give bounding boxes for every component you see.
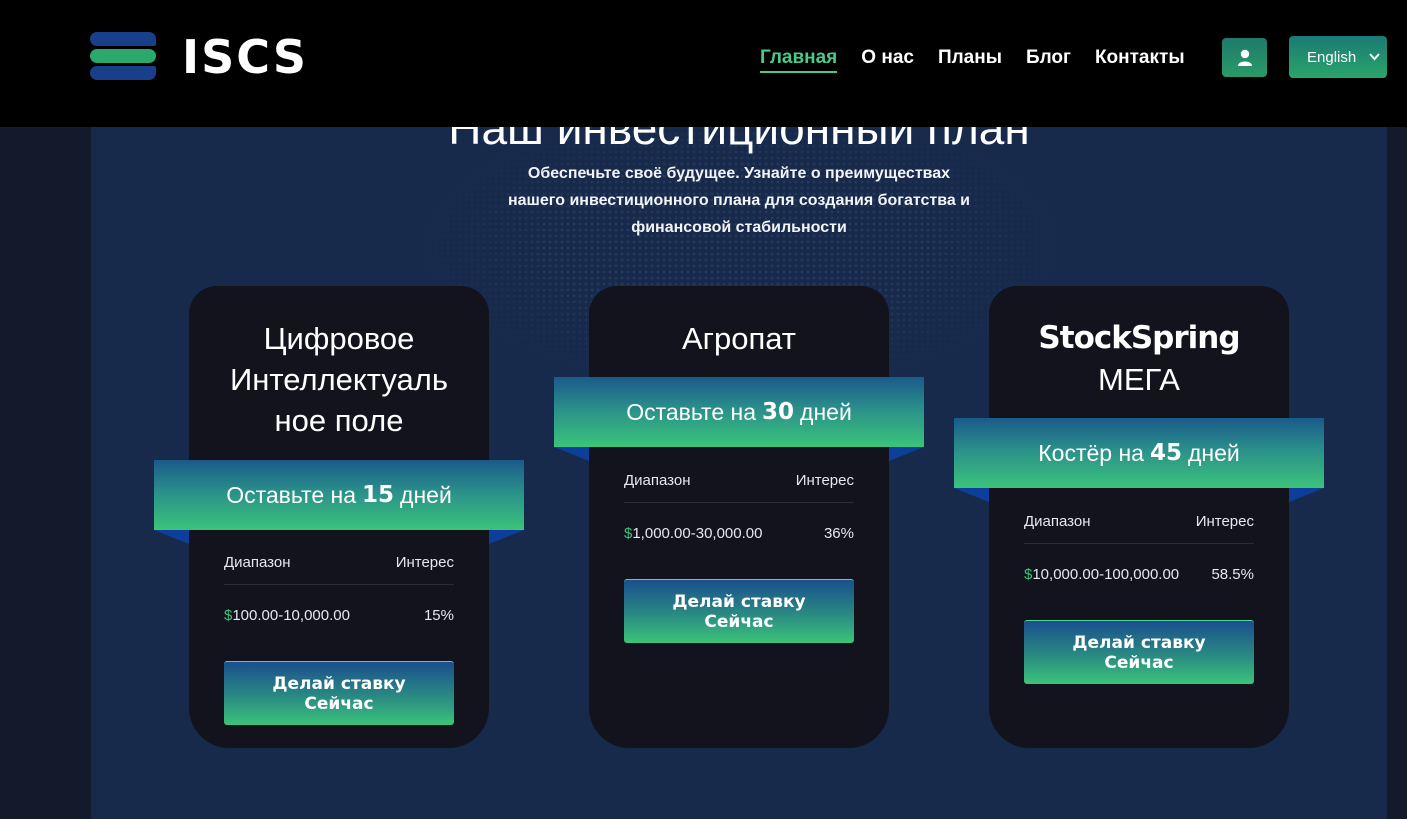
- plan-title: Цифровое Интеллектуаль ное поле: [230, 321, 448, 438]
- bet-now-button[interactable]: Делай ставку Сейчас: [1024, 620, 1254, 684]
- nav-item-about[interactable]: О нас: [861, 47, 914, 73]
- plan-title: Агропат: [681, 321, 796, 356]
- interest-value: 15%: [423, 606, 454, 624]
- nav-item-home[interactable]: Главная: [760, 47, 838, 73]
- chevron-down-icon: [1369, 49, 1380, 64]
- bet-now-button[interactable]: Делай ставку Сейчас: [624, 579, 854, 643]
- interest-label: Интерес: [1195, 512, 1254, 530]
- interest-label: Интерес: [795, 471, 854, 489]
- range-label: Диапазон: [1024, 512, 1091, 530]
- plan-table: Диапазон Интерес $1,000.00-30,000.00 36%: [624, 458, 854, 563]
- nav-item-plans[interactable]: Планы: [938, 47, 1002, 73]
- logo-mark-icon: [90, 28, 158, 86]
- site-header: ISCS Главная О нас Планы Блог Контакты E…: [0, 0, 1407, 127]
- range-value: $1,000.00-30,000.00: [624, 524, 763, 542]
- user-account-button[interactable]: [1222, 38, 1267, 77]
- range-value: $10,000.00-100,000.00: [1024, 565, 1180, 583]
- interest-label: Интерес: [395, 553, 454, 571]
- range-label: Диапазон: [224, 553, 291, 571]
- user-icon: [1237, 49, 1252, 66]
- range-value: $100.00-10,000.00: [224, 606, 350, 624]
- plan-table: Диапазон Интерес $100.00-10,000.00 15%: [224, 540, 454, 645]
- plan-title: StockSpring МЕГА: [1038, 320, 1240, 397]
- nav-item-contacts[interactable]: Контакты: [1095, 47, 1185, 73]
- interest-value: 36%: [823, 524, 854, 542]
- logo[interactable]: ISCS: [90, 28, 308, 86]
- plan-card: StockSpring МЕГА Костёр на 45 дней Диапазо…: [954, 286, 1324, 816]
- nav-item-blog[interactable]: Блог: [1026, 47, 1071, 73]
- interest-value: 58.5%: [1211, 565, 1254, 583]
- plan-table: Диапазон Интерес $10,000.00-100,000.00 5…: [1024, 499, 1254, 604]
- investment-plans-section: Наш инвестиционный план Обеспечьте своё …: [91, 127, 1387, 819]
- section-subtitle: Обеспечьте своё будущее. Узнайте о преим…: [507, 165, 971, 236]
- range-label: Диапазон: [624, 471, 691, 489]
- plan-card: Агропат Оставьте на 30 дней Диапазон Интер…: [554, 286, 924, 816]
- bet-now-button[interactable]: Делай ставку Сейчас: [224, 661, 454, 725]
- plan-ribbon: Костёр на 45 дней: [954, 418, 1324, 488]
- language-select[interactable]: English: [1289, 36, 1387, 78]
- section-title: Наш инвестиционный план: [448, 127, 1030, 154]
- plan-ribbon: Оставьте на 15 дней: [154, 460, 524, 530]
- language-selected: English: [1307, 48, 1357, 66]
- plan-card: Цифровое Интеллектуаль ное поле Оставьте…: [154, 286, 524, 816]
- main-nav: Главная О нас Планы Блог Контакты: [760, 47, 1185, 73]
- logo-text: ISCS: [182, 30, 308, 84]
- plan-ribbon: Оставьте на 30 дней: [554, 377, 924, 447]
